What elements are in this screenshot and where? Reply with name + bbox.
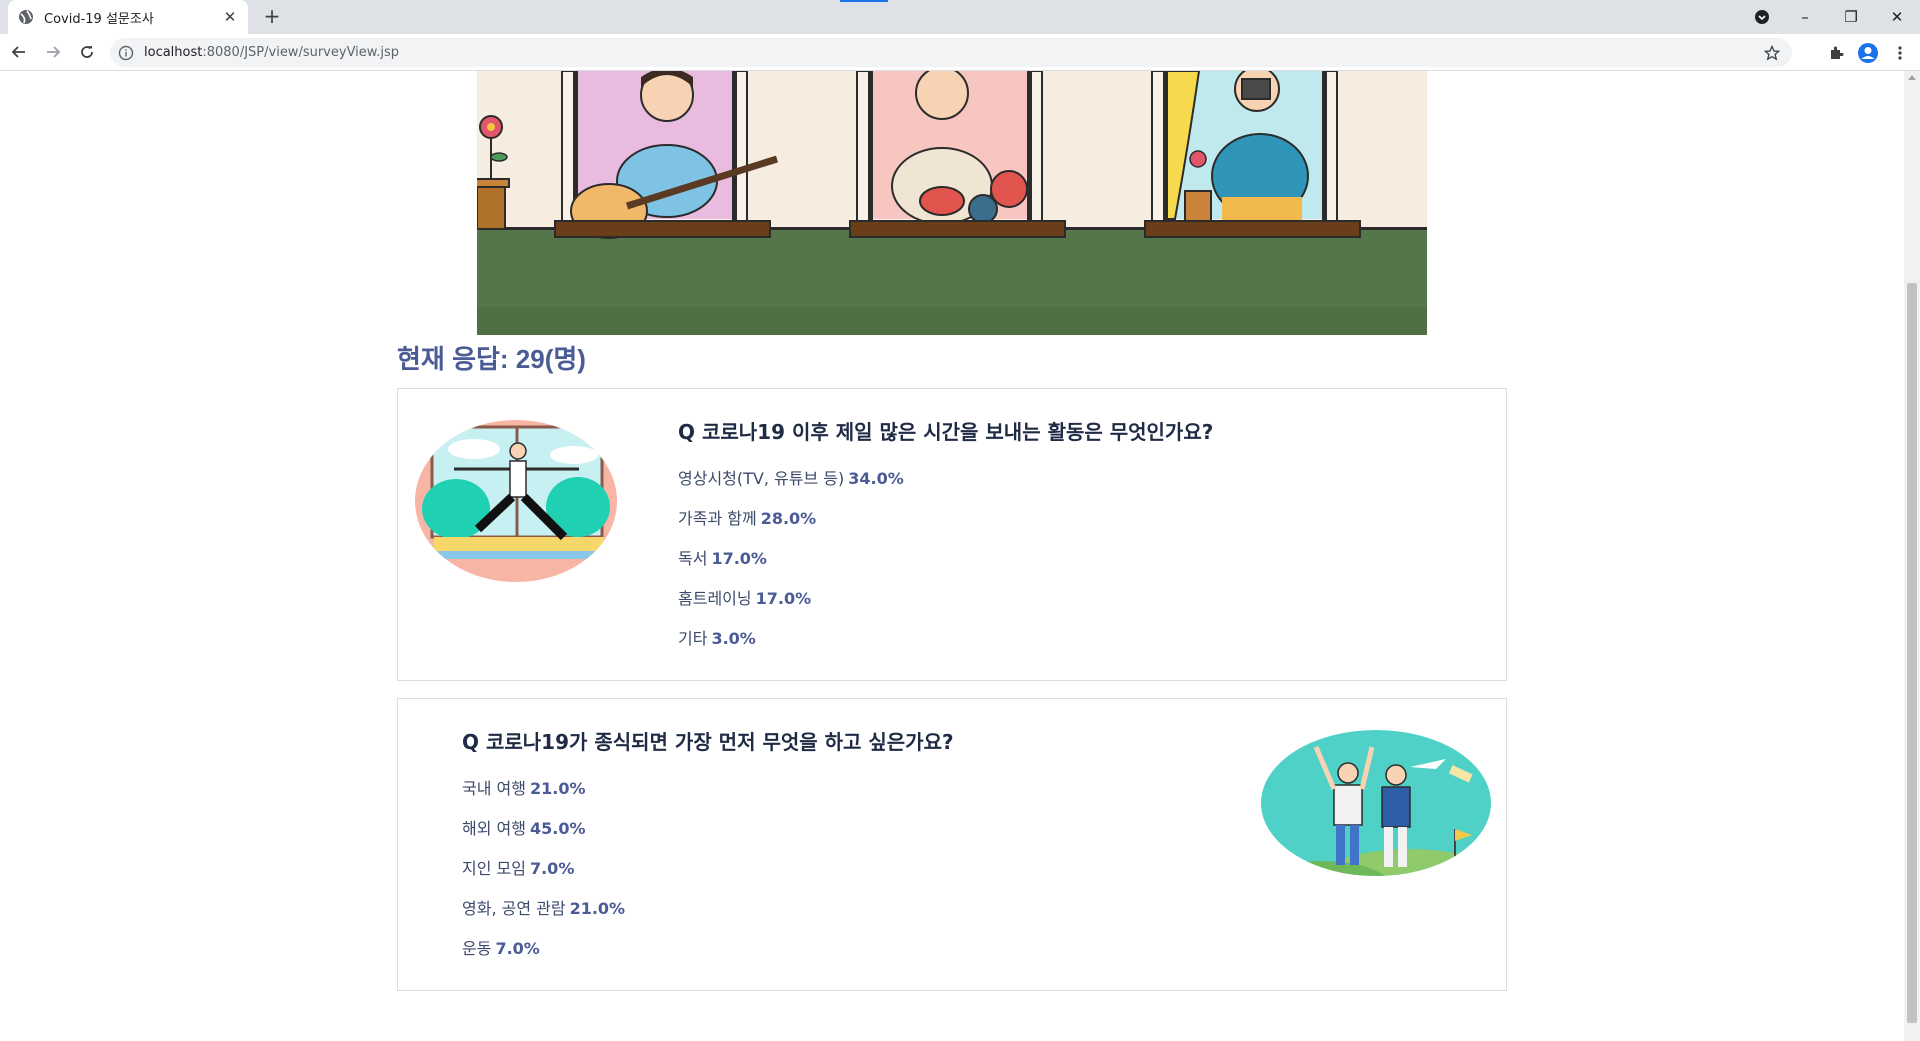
- bookmark-button[interactable]: [1762, 43, 1782, 63]
- travel-illustration: [1260, 729, 1492, 881]
- reload-button[interactable]: [72, 37, 102, 67]
- answer-label: 독서: [678, 549, 708, 568]
- toolbar-actions: [1820, 38, 1916, 67]
- answer-item: 독서 17.0%: [678, 545, 904, 585]
- question-title: Q 코로나19가 종식되면 가장 먼저 무엇을 하고 싶은가요?: [462, 730, 954, 754]
- tab-search-button[interactable]: [1742, 0, 1782, 34]
- page-viewport: 현재 응답: 29(명) Q 코로나19 이후 제일 많은 시간을 보내는 활동…: [0, 71, 1904, 1041]
- answer-label: 지인 모임: [462, 859, 526, 878]
- page-scrollbar[interactable]: [1904, 71, 1920, 1041]
- scrollbar-thumb[interactable]: [1907, 283, 1917, 1023]
- profile-button[interactable]: [1852, 38, 1884, 67]
- answer-label: 영화, 공연 관람: [462, 899, 566, 918]
- answer-item: 홈트레이닝 17.0%: [678, 585, 904, 625]
- answer-label: 홈트레이닝: [678, 589, 752, 608]
- restore-button[interactable]: ❐: [1828, 0, 1874, 34]
- close-window-button[interactable]: ✕: [1874, 0, 1920, 34]
- address-bar[interactable]: localhost:8080/JSP/view/surveyView.jsp: [110, 38, 1792, 67]
- answer-item: 영화, 공연 관람 21.0%: [462, 895, 625, 935]
- answer-percent: 34.0%: [848, 469, 904, 488]
- response-count: 현재 응답: 29(명): [397, 344, 586, 374]
- window-controls: – ❐ ✕: [1742, 0, 1920, 34]
- answer-item: 해외 여행 45.0%: [462, 815, 625, 855]
- avatar-icon: [1858, 42, 1878, 63]
- answer-item: 영상시청(TV, 유튜브 등) 34.0%: [678, 465, 904, 505]
- answer-percent: 45.0%: [529, 819, 586, 838]
- answer-list: 국내 여행 21.0% 해외 여행 45.0% 지인 모임 7.0% 영화, 공연 관…: [462, 775, 625, 975]
- answer-list: 영상시청(TV, 유튜브 등) 34.0% 가족과 함께 28.0% 독서 17.0%…: [678, 465, 904, 665]
- answer-item: 운동 7.0%: [462, 935, 625, 975]
- answer-percent: 21.0%: [529, 779, 586, 798]
- answer-percent: 17.0%: [711, 549, 767, 568]
- answer-label: 기타: [678, 629, 708, 648]
- arrow-right-icon: [47, 46, 61, 58]
- answer-label: 해외 여행: [462, 819, 526, 838]
- answer-percent: 3.0%: [711, 629, 756, 648]
- tab-close-button[interactable]: ✕: [222, 8, 238, 26]
- chevron-down-icon: [1755, 10, 1769, 24]
- answer-item: 가족과 함께 28.0%: [678, 505, 904, 545]
- tab-title: Covid-19 설문조사: [44, 11, 154, 27]
- question-title: Q 코로나19 이후 제일 많은 시간을 보내는 활동은 무엇인가요?: [678, 420, 1214, 444]
- globe-icon: [18, 9, 34, 25]
- forward-button[interactable]: [38, 37, 68, 67]
- answer-percent: 17.0%: [755, 589, 812, 608]
- browser-menu-button[interactable]: [1884, 38, 1916, 67]
- answer-percent: 28.0%: [760, 509, 817, 528]
- answer-label: 국내 여행: [462, 779, 526, 798]
- url-text: localhost:8080/JSP/view/surveyView.jsp: [144, 45, 1762, 60]
- minimize-button[interactable]: –: [1782, 0, 1828, 34]
- url-host: localhost: [144, 45, 203, 60]
- question-card: Q 코로나19가 종식되면 가장 먼저 무엇을 하고 싶은가요? 국내 여행 21…: [397, 698, 1507, 991]
- browser-tab[interactable]: Covid-19 설문조사 ✕: [8, 0, 248, 34]
- back-button[interactable]: [4, 37, 34, 67]
- yoga-illustration: [414, 419, 619, 588]
- browser-tab-strip: Covid-19 설문조사 ✕ + – ❐ ✕: [0, 0, 1920, 34]
- new-tab-button[interactable]: +: [260, 5, 284, 29]
- answer-item: 기타 3.0%: [678, 625, 904, 665]
- answer-label: 운동: [462, 939, 492, 958]
- hero-illustration: [477, 71, 1427, 335]
- tab-drag-indicator: [840, 0, 888, 2]
- info-icon: [118, 45, 134, 60]
- puzzle-icon: [1831, 46, 1844, 59]
- answer-percent: 21.0%: [569, 899, 626, 918]
- browser-toolbar: localhost:8080/JSP/view/surveyView.jsp: [0, 34, 1920, 71]
- answer-item: 국내 여행 21.0%: [462, 775, 625, 815]
- url-path: :8080/JSP/view/surveyView.jsp: [202, 45, 399, 60]
- scroll-up-arrow-icon[interactable]: [1908, 75, 1916, 80]
- answer-label: 영상시청(TV, 유튜브 등): [678, 469, 845, 488]
- question-card: Q 코로나19 이후 제일 많은 시간을 보내는 활동은 무엇인가요? 영상시청…: [397, 388, 1507, 681]
- kebab-menu-icon: [1898, 45, 1902, 60]
- star-icon: [1764, 44, 1780, 61]
- reload-icon: [81, 46, 93, 58]
- arrow-left-icon: [11, 46, 25, 58]
- answer-percent: 7.0%: [529, 859, 575, 878]
- answer-label: 가족과 함께: [678, 509, 757, 528]
- answer-item: 지인 모임 7.0%: [462, 855, 625, 895]
- answer-percent: 7.0%: [495, 939, 540, 958]
- extensions-button[interactable]: [1820, 38, 1852, 67]
